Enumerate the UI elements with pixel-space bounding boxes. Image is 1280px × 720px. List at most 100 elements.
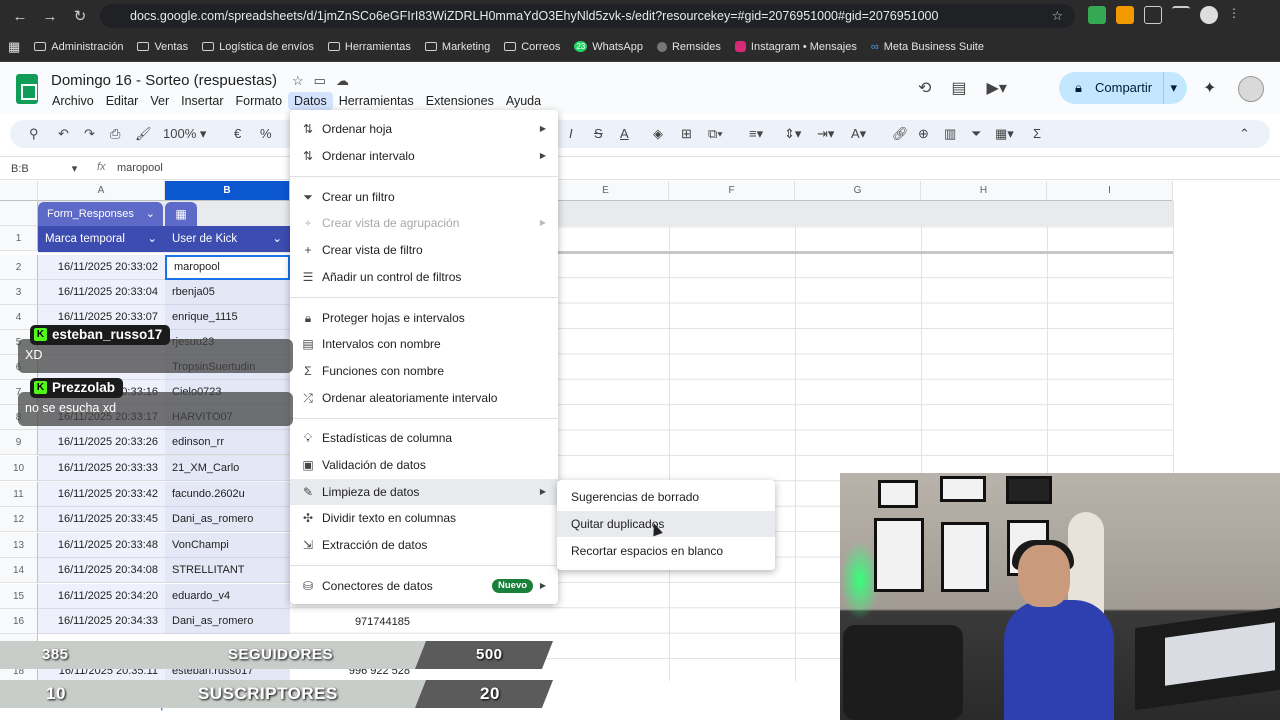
document-title[interactable]: Domingo 16 - Sorteo (respuestas) xyxy=(51,72,277,89)
menu-item-extraccion[interactable]: ⇲ Extracción de datos xyxy=(290,532,558,558)
menu-item-crear-filtro[interactable]: ⏷ Crear un filtro xyxy=(290,184,558,210)
address-bar[interactable]: docs.google.com/spreadsheets/d/1jmZnSCo6… xyxy=(100,4,1075,28)
star-icon[interactable]: ☆ xyxy=(292,73,304,89)
currency-format-button[interactable]: € xyxy=(234,126,241,141)
avatar[interactable] xyxy=(1238,76,1264,102)
menu-item-dividir-texto[interactable]: ✣ Dividir texto en columnas xyxy=(290,505,558,531)
filter-icon[interactable]: ⏷ xyxy=(971,126,981,142)
column-header-h[interactable]: H xyxy=(921,181,1047,201)
chart-icon[interactable]: ▥ xyxy=(944,126,956,142)
row-header[interactable]: 13 xyxy=(0,533,38,558)
history-icon[interactable]: ⟲ xyxy=(918,78,931,98)
table-cell[interactable]: 971744185 xyxy=(290,610,416,635)
bookmark-remsides[interactable]: Remsides xyxy=(656,41,721,53)
column-header-f[interactable]: F xyxy=(669,181,795,201)
redo-icon[interactable]: ↷ xyxy=(84,126,95,142)
table-cell[interactable]: edinson_rr xyxy=(165,430,290,455)
collapse-toolbar-icon[interactable]: ⌃ xyxy=(1239,126,1250,142)
apps-grid-icon[interactable]: ▦ xyxy=(8,39,20,55)
bookmark-correos[interactable]: Correos xyxy=(504,41,560,53)
table-cell[interactable]: VonChampi xyxy=(165,533,290,558)
fill-color-icon[interactable]: ◈ xyxy=(653,126,663,142)
table-cell[interactable]: eduardo_v4 xyxy=(165,584,290,609)
comment-icon[interactable]: ⊕ xyxy=(918,126,929,142)
table-cell[interactable]: enrique_1115 xyxy=(165,305,290,330)
menu-insertar[interactable]: Insertar xyxy=(175,92,229,110)
playlist-icon[interactable] xyxy=(1172,6,1190,24)
share-button[interactable]: 🔒︎ Compartir ▾ xyxy=(1059,72,1187,104)
row-header[interactable]: 15 xyxy=(0,584,38,609)
menu-ver[interactable]: Ver xyxy=(144,92,175,110)
menu-item-conectores[interactable]: ⛁ Conectores de datos Nuevo ▶ xyxy=(290,573,558,599)
table-cell[interactable]: 21_XM_Carlo xyxy=(165,456,290,481)
share-dropdown-icon[interactable]: ▾ xyxy=(1163,72,1177,104)
menu-item-ordenar-intervalo[interactable]: ⇅ Ordenar intervalo ▶ xyxy=(290,143,558,169)
submenu-item-sugerencias-borrado[interactable]: Sugerencias de borrado xyxy=(557,484,775,510)
menu-item-ordenar-aleatorio[interactable]: ⤮ Ordenar aleatoriamente intervalo xyxy=(290,385,558,411)
zoom-select[interactable]: 100% ▾ xyxy=(163,126,206,142)
row-header[interactable] xyxy=(0,201,38,226)
chevron-down-icon[interactable]: ⌄ xyxy=(147,226,157,252)
menu-herramientas[interactable]: Herramientas xyxy=(333,92,420,110)
strikethrough-icon[interactable]: S xyxy=(594,126,603,141)
column-header-a[interactable]: A xyxy=(38,181,165,201)
menu-formato[interactable]: Formato xyxy=(230,92,289,110)
table-cell[interactable]: 16/11/2025 20:33:26 xyxy=(38,430,165,455)
gemini-icon[interactable]: ✦ xyxy=(1203,78,1216,98)
paint-format-icon[interactable]: 🖌︎ xyxy=(135,126,152,142)
italic-icon[interactable]: I xyxy=(569,126,573,141)
text-rotation-icon[interactable]: A▾ xyxy=(851,126,866,142)
column-header-e[interactable]: E xyxy=(543,181,669,201)
row-header[interactable]: 10 xyxy=(0,456,38,481)
undo-icon[interactable]: ↶ xyxy=(58,126,69,142)
table-cell[interactable]: 16/11/2025 20:34:33 xyxy=(38,609,165,634)
profile-icon[interactable] xyxy=(1200,6,1218,24)
filter-views-icon[interactable]: ▦▾ xyxy=(995,126,1014,142)
submenu-item-quitar-duplicados[interactable]: Quitar duplicados xyxy=(557,511,775,537)
puzzle-icon[interactable] xyxy=(1144,6,1162,24)
align-vertical-icon[interactable]: ⇕▾ xyxy=(784,126,801,142)
table-cell[interactable]: 16/11/2025 20:33:02 xyxy=(38,255,165,280)
table-cell[interactable]: 16/11/2025 20:33:33 xyxy=(38,456,165,481)
table-cell[interactable]: 16/11/2025 20:34:08 xyxy=(38,558,165,583)
comments-icon[interactable]: ▤ xyxy=(951,78,966,98)
borders-icon[interactable]: ⊞ xyxy=(681,126,692,142)
table-cell[interactable]: 16/11/2025 20:33:45 xyxy=(38,507,165,532)
sheets-logo-icon[interactable] xyxy=(16,74,38,104)
bookmark-meta[interactable]: ∞ Meta Business Suite xyxy=(871,41,984,53)
bookmark-ventas[interactable]: Ventas xyxy=(137,41,188,53)
menu-item-crear-vista-filtro[interactable]: + Crear vista de filtro xyxy=(290,237,558,263)
row-header-corner[interactable] xyxy=(0,181,38,201)
menu-datos[interactable]: Datos xyxy=(288,92,333,110)
bookmark-star-icon[interactable]: ☆ xyxy=(1052,4,1063,28)
menu-item-ordenar-hoja[interactable]: ⇅ Ordenar hoja ▶ xyxy=(290,116,558,142)
menu-item-estadisticas[interactable]: 💡︎ Estadísticas de columna xyxy=(290,425,558,451)
table-cell[interactable]: STRELLITANT xyxy=(165,558,290,583)
extension-green-icon[interactable] xyxy=(1088,6,1106,24)
print-icon[interactable]: ⎙ xyxy=(110,126,120,142)
row-header[interactable]: 11 xyxy=(0,482,38,507)
bookmark-whatsapp[interactable]: 23 WhatsApp xyxy=(574,41,643,53)
link-icon[interactable]: 🔗︎ xyxy=(892,126,909,142)
row-header[interactable]: 12 xyxy=(0,507,38,532)
column-header-user-de-kick[interactable]: User de Kick ⌄ xyxy=(165,226,290,252)
bookmark-logistica[interactable]: Logística de envíos xyxy=(202,41,314,53)
row-header[interactable]: 1 xyxy=(0,226,38,251)
table-cell[interactable]: Dani_as_romero xyxy=(165,609,290,634)
merge-cells-icon[interactable]: ⧉▾ xyxy=(708,126,723,142)
menu-archivo[interactable]: Archivo xyxy=(46,92,100,110)
table-cell[interactable]: 16/11/2025 20:33:42 xyxy=(38,482,165,507)
menu-ayuda[interactable]: Ayuda xyxy=(500,92,547,110)
formula-input[interactable]: maropool xyxy=(117,162,163,174)
table-name-chip[interactable]: Form_Responses ⌄ xyxy=(38,202,163,226)
text-color-icon[interactable]: A xyxy=(620,126,629,141)
table-cell[interactable]: 16/11/2025 20:34:20 xyxy=(38,584,165,609)
menu-editar[interactable]: Editar xyxy=(100,92,145,110)
table-cell[interactable]: 16/11/2025 20:33:48 xyxy=(38,533,165,558)
column-header-b[interactable]: B xyxy=(165,181,290,201)
cloud-status-icon[interactable]: ☁ xyxy=(336,73,349,89)
bookmark-herramientas[interactable]: Herramientas xyxy=(327,41,411,53)
text-wrap-icon[interactable]: ⇥▾ xyxy=(817,126,834,142)
menu-item-control-filtros[interactable]: ☰ Añadir un control de filtros xyxy=(290,264,558,290)
back-icon[interactable]: ← xyxy=(5,8,35,25)
